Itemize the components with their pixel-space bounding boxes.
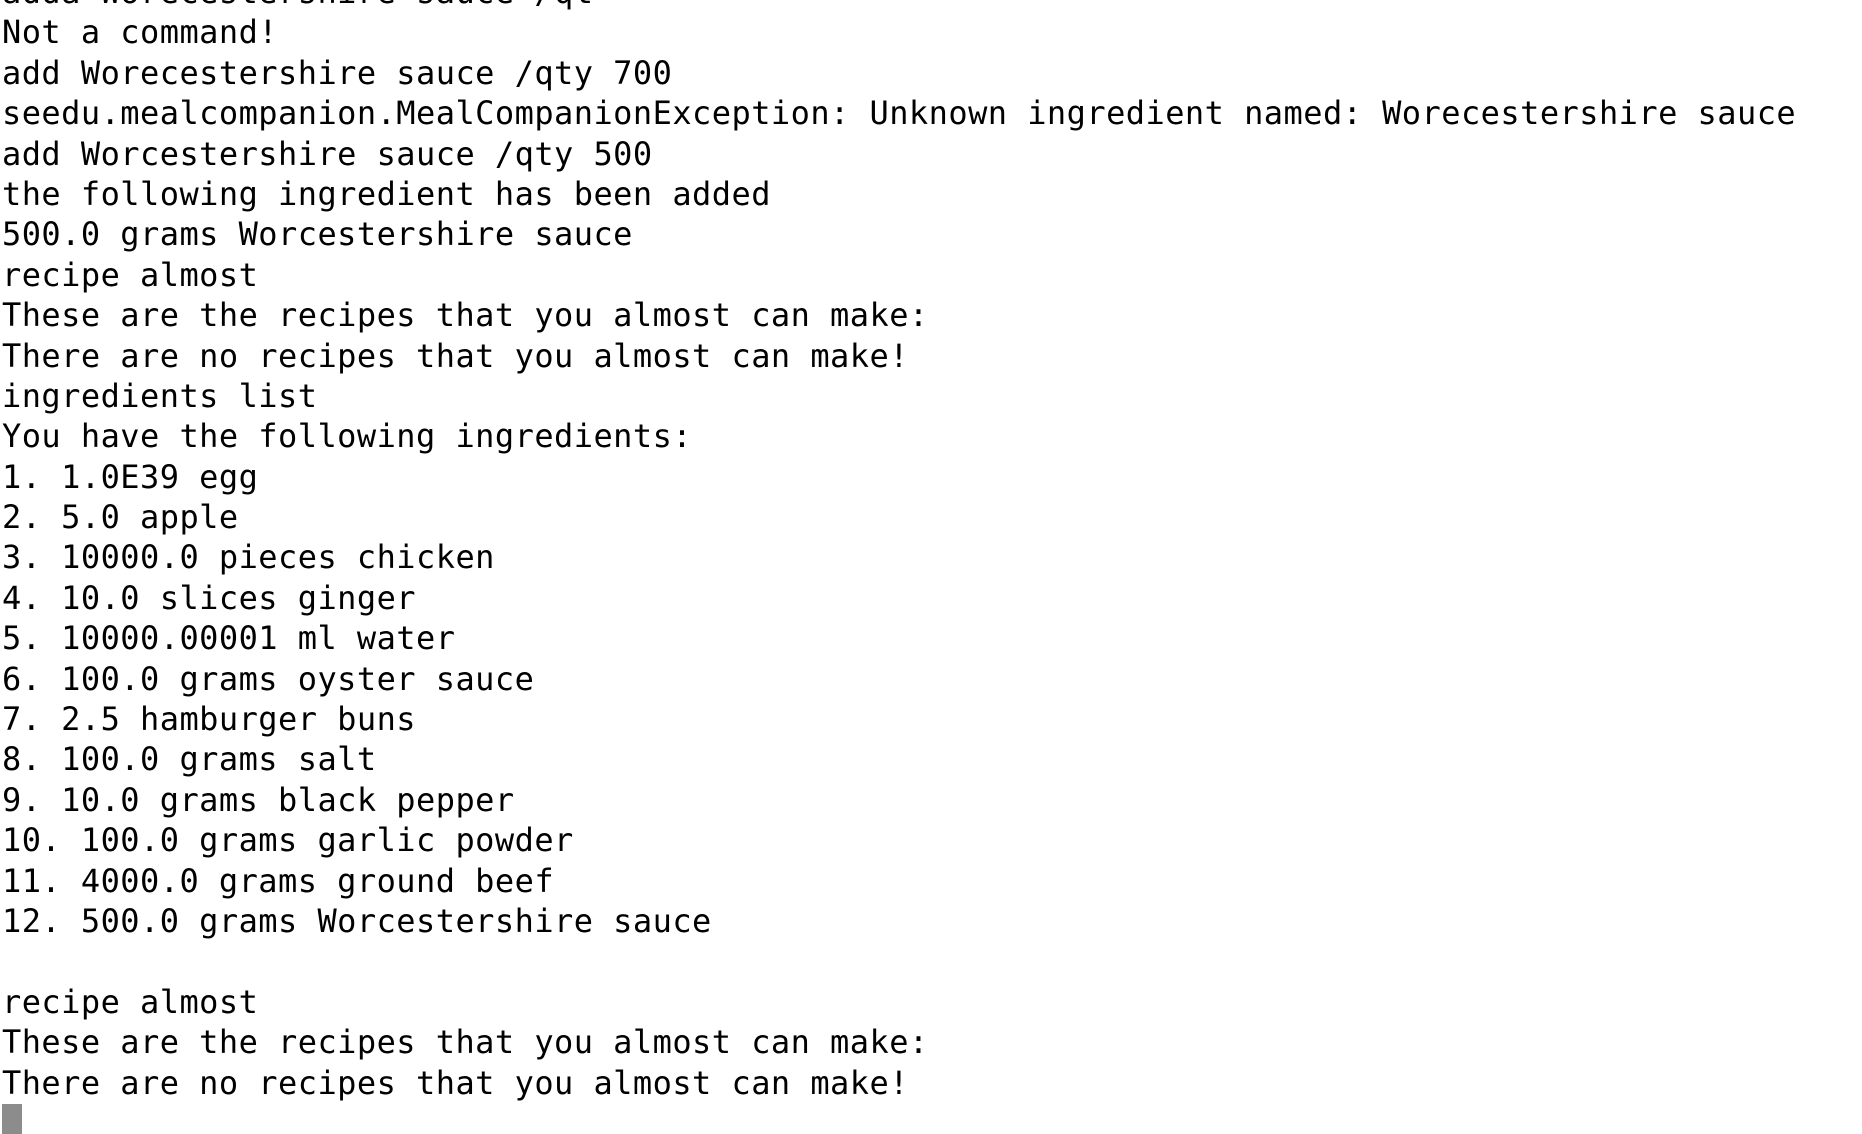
terminal-line: There are no recipes that you almost can… xyxy=(2,1063,909,1102)
terminal-line: 2. 5.0 apple xyxy=(2,498,239,537)
terminal-line: recipe almost xyxy=(2,982,259,1021)
text-cursor xyxy=(2,1103,22,1134)
terminal-line: 6. 100.0 grams oyster sauce xyxy=(2,659,535,698)
terminal-line: 12. 500.0 grams Worcestershire sauce xyxy=(2,901,712,940)
terminal-window[interactable]: adda Worecestershire sauce /qt Not a com… xyxy=(0,0,1862,1134)
terminal-line: add Worecestershire sauce /qty 700 xyxy=(2,53,673,92)
terminal-line: seedu.mealcompanion.MealCompanionExcepti… xyxy=(2,94,1797,133)
terminal-line: recipe almost xyxy=(2,255,259,294)
terminal-line: There are no recipes that you almost can… xyxy=(2,336,909,375)
terminal-line: 5. 10000.00001 ml water xyxy=(2,619,456,658)
terminal-line: add Worcestershire sauce /qty 500 xyxy=(2,134,653,173)
terminal-line: These are the recipes that you almost ca… xyxy=(2,296,929,335)
terminal-line: 8. 100.0 grams salt xyxy=(2,740,377,779)
terminal-line: ingredients list xyxy=(2,376,318,415)
terminal-line: You have the following ingredients: xyxy=(2,417,693,456)
terminal-line: 10. 100.0 grams garlic powder xyxy=(2,821,574,860)
terminal-output: adda Worecestershire sauce /qt Not a com… xyxy=(2,0,1796,1134)
terminal-prompt-line[interactable] xyxy=(2,1103,1796,1134)
terminal-line: adda Worecestershire sauce /qt xyxy=(2,0,1796,12)
terminal-line: 7. 2.5 hamburger buns xyxy=(2,700,417,739)
terminal-line: the following ingredient has been added xyxy=(2,174,771,213)
terminal-line: 3. 10000.0 pieces chicken xyxy=(2,538,495,577)
terminal-line: These are the recipes that you almost ca… xyxy=(2,1023,929,1062)
terminal-line: 1. 1.0E39 egg xyxy=(2,457,259,496)
terminal-line: Not a command! xyxy=(2,13,279,52)
terminal-line: 500.0 grams Worcestershire sauce xyxy=(2,215,633,254)
terminal-line: 11. 4000.0 grams ground beef xyxy=(2,861,555,900)
terminal-line: 9. 10.0 grams black pepper xyxy=(2,780,515,819)
terminal-line: 4. 10.0 slices ginger xyxy=(2,578,417,617)
